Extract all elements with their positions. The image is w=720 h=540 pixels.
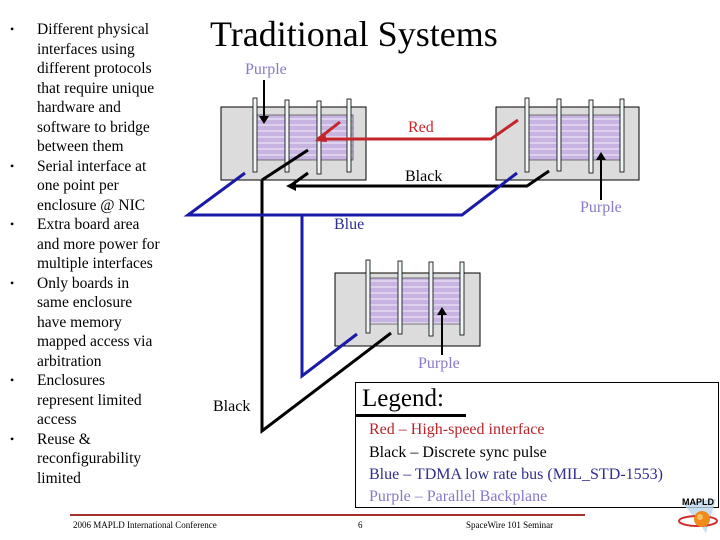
mapld-logo-icon: MAPLD <box>678 497 718 533</box>
legend-title: Legend: <box>362 385 444 412</box>
footer-divider <box>70 514 585 516</box>
legend-box: Legend: Red – High-speed interface Black… <box>355 382 719 508</box>
label-black-bottom: Black <box>213 398 251 415</box>
logo-text: MAPLD <box>682 497 714 507</box>
parallel-backplane <box>366 277 464 325</box>
board-slot <box>428 261 434 337</box>
board-slot <box>588 99 594 174</box>
board-slot <box>556 98 562 172</box>
label-purple-top: Purple <box>245 61 287 78</box>
board-slot <box>524 97 530 173</box>
parallel-backplane <box>526 114 624 161</box>
enclosure-bottom <box>334 259 481 347</box>
legend-item-black: Black – Discrete sync pulse <box>369 444 547 461</box>
board-slot <box>252 97 258 173</box>
board-slot <box>619 98 625 173</box>
black-arrow-icon <box>286 181 296 191</box>
legend-item-red: Red – High-speed interface <box>369 421 545 438</box>
board-slot <box>365 259 371 334</box>
board-slot <box>397 260 403 335</box>
footer-seminar: SpaceWire 101 Seminar <box>466 520 554 530</box>
label-red: Red <box>408 119 434 136</box>
legend-underline <box>356 414 466 417</box>
footer-page-number: 6 <box>358 520 363 530</box>
label-black-top: Black <box>405 168 443 185</box>
legend-item-purple: Purple – Parallel Backplane <box>369 488 548 505</box>
label-purple-bottom: Purple <box>418 355 460 372</box>
enclosure-top-right <box>495 97 640 181</box>
board-slot <box>346 98 352 173</box>
label-purple-right: Purple <box>580 199 622 216</box>
board-slot <box>459 261 465 336</box>
label-blue: Blue <box>334 216 365 233</box>
legend-item-blue: Blue – TDMA low rate bus (MIL_STD-1553) <box>369 466 663 483</box>
footer-conference: 2006 MAPLD International Conference <box>73 520 217 530</box>
